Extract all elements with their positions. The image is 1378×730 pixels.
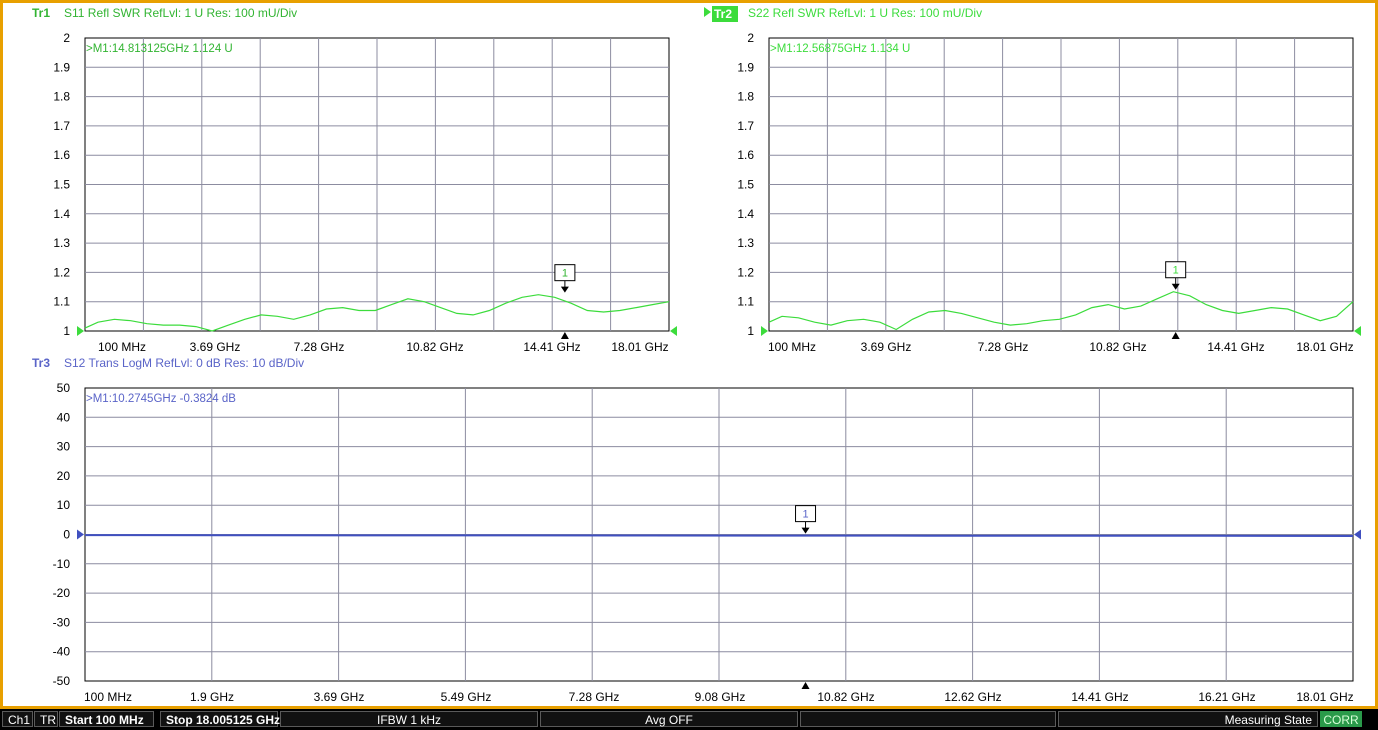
tr1-marker-number: 1 bbox=[562, 268, 568, 280]
stop-frequency[interactable]: Stop 18.005125 GHz bbox=[160, 711, 280, 727]
tr3-marker-number: 1 bbox=[802, 509, 808, 521]
tr1-ref-right-arrow-icon bbox=[670, 326, 677, 336]
tr1-y-tick-label: 1.2 bbox=[53, 265, 70, 279]
tr2-y-tick-label: 1.1 bbox=[737, 295, 754, 309]
tr1-y-tick-label: 1.3 bbox=[53, 236, 70, 250]
tr1-y-tick-label: 1 bbox=[63, 324, 70, 338]
tr2-x-tick-label: 100 MHz bbox=[768, 340, 816, 354]
tr2-y-tick-label: 1.2 bbox=[737, 265, 754, 279]
tr2-y-tick-label: 1.6 bbox=[737, 148, 754, 162]
tr2-ref-left-arrow-icon bbox=[761, 326, 768, 336]
tr2-y-tick-label: 1.8 bbox=[737, 90, 754, 104]
tr3-y-tick-label: -10 bbox=[53, 557, 71, 571]
tr3-y-tick-label: 10 bbox=[57, 498, 71, 512]
tr3-x-tick-label: 1.9 GHz bbox=[190, 690, 234, 704]
tr1-marker-position-icon bbox=[560, 332, 569, 339]
tr3-y-tick-label: 40 bbox=[57, 410, 71, 424]
tr2-y-tick-label: 1.3 bbox=[737, 236, 754, 250]
tr3-y-tick-label: -50 bbox=[53, 674, 71, 688]
tr2-active-arrow-icon bbox=[704, 7, 711, 17]
tr1-x-tick-label: 7.28 GHz bbox=[294, 340, 345, 354]
tr3-marker-readout: >M1:10.2745GHz -0.3824 dB bbox=[86, 393, 236, 405]
tr2-y-tick-label: 1 bbox=[747, 324, 754, 338]
tr3-y-tick-label: -30 bbox=[53, 615, 71, 629]
tr3-y-tick-label: 20 bbox=[57, 469, 71, 483]
tr2-trace-header: S22 Refl SWR RefLvl: 1 U Res: 100 mU/Div bbox=[748, 6, 982, 20]
tr2-ref-right-arrow-icon bbox=[1354, 326, 1361, 336]
tr2-trace-label: Tr2 bbox=[714, 7, 732, 21]
measuring-state: Measuring State bbox=[1058, 711, 1318, 727]
tr1-y-tick-label: 1.7 bbox=[53, 119, 70, 133]
tr2-marker-readout: >M1:12.56875GHz 1.134 U bbox=[770, 43, 910, 55]
tr3-x-tick-label: 14.41 GHz bbox=[1071, 690, 1128, 704]
tr1-y-tick-label: 1.5 bbox=[53, 178, 70, 192]
tr1-y-tick-label: 1.6 bbox=[53, 148, 70, 162]
tr3-x-tick-label: 100 MHz bbox=[84, 690, 132, 704]
tr3-trace-header: S12 Trans LogM RefLvl: 0 dB Res: 10 dB/D… bbox=[64, 356, 304, 370]
tr3-x-tick-label: 9.08 GHz bbox=[695, 690, 746, 704]
tr3-x-tick-label: 7.28 GHz bbox=[569, 690, 620, 704]
ifbw-setting[interactable]: IFBW 1 kHz bbox=[280, 711, 538, 727]
tr1-x-tick-label: 14.41 GHz bbox=[523, 340, 580, 354]
tr3-x-tick-label: 18.01 GHz bbox=[1296, 690, 1353, 704]
tr3-x-tick-label: 5.49 GHz bbox=[441, 690, 492, 704]
tr3-y-tick-label: 0 bbox=[63, 528, 70, 542]
tr1-y-tick-label: 2 bbox=[63, 31, 70, 45]
correction-indicator[interactable]: CORR bbox=[1320, 711, 1362, 727]
tr3-x-tick-label: 12.62 GHz bbox=[944, 690, 1001, 704]
tr3-ref-left-arrow-icon bbox=[77, 529, 84, 540]
start-frequency[interactable]: Start 100 MHz bbox=[59, 711, 154, 727]
tr1-y-tick-label: 1.1 bbox=[53, 295, 70, 309]
tr3-ref-right-arrow-icon bbox=[1354, 529, 1361, 540]
tr3-x-tick-label: 16.21 GHz bbox=[1198, 690, 1255, 704]
tr3-trace-line bbox=[84, 534, 1354, 537]
tr1-y-tick-label: 1.4 bbox=[53, 207, 70, 221]
tr1-x-tick-label: 10.82 GHz bbox=[406, 340, 463, 354]
status-bar: Ch1 TR Start 100 MHz Stop 18.005125 GHz … bbox=[0, 709, 1378, 730]
tr3-marker-position-icon bbox=[801, 682, 810, 689]
tr2-x-tick-label: 3.69 GHz bbox=[861, 340, 912, 354]
tr1-y-tick-label: 1.9 bbox=[53, 60, 70, 74]
tr2-y-tick-label: 1.9 bbox=[737, 60, 754, 74]
tr1-trace-label: Tr1 bbox=[32, 6, 50, 20]
tr2-x-tick-label: 18.01 GHz bbox=[1296, 340, 1353, 354]
tr3-trace-label: Tr3 bbox=[32, 356, 50, 370]
tr2-y-tick-label: 1.7 bbox=[737, 119, 754, 133]
tr1-marker-readout: >M1:14.813125GHz 1.124 U bbox=[86, 43, 233, 55]
tr1-x-tick-label: 3.69 GHz bbox=[190, 340, 241, 354]
tr2-y-tick-label: 1.5 bbox=[737, 178, 754, 192]
tr2-x-tick-label: 10.82 GHz bbox=[1089, 340, 1146, 354]
tr2-marker-position-icon bbox=[1171, 332, 1180, 339]
trace-mode-indicator[interactable]: TR bbox=[34, 711, 58, 727]
tr3-y-tick-label: -40 bbox=[53, 645, 71, 659]
analyzer-display: Tr1 S11 Refl SWR RefLvl: 1 U Res: 100 mU/… bbox=[0, 0, 1378, 709]
status-spacer bbox=[800, 711, 1056, 727]
tr3-y-tick-label: 50 bbox=[57, 381, 71, 395]
tr2-y-tick-label: 1.4 bbox=[737, 207, 754, 221]
channel-indicator[interactable]: Ch1 bbox=[2, 711, 33, 727]
tr3-y-tick-label: 30 bbox=[57, 440, 71, 454]
tr1-x-tick-label: 18.01 GHz bbox=[611, 340, 668, 354]
tr2-y-tick-label: 2 bbox=[747, 31, 754, 45]
tr2-x-tick-label: 7.28 GHz bbox=[978, 340, 1029, 354]
tr1-ref-left-arrow-icon bbox=[77, 326, 84, 336]
averaging-setting[interactable]: Avg OFF bbox=[540, 711, 798, 727]
tr1-x-tick-label: 100 MHz bbox=[98, 340, 146, 354]
tr1-trace-header: S11 Refl SWR RefLvl: 1 U Res: 100 mU/Div bbox=[64, 6, 297, 20]
tr1-y-tick-label: 1.8 bbox=[53, 90, 70, 104]
tr3-x-tick-label: 3.69 GHz bbox=[314, 690, 365, 704]
tr2-marker-number: 1 bbox=[1173, 265, 1179, 277]
trace-plots: Tr1 S11 Refl SWR RefLvl: 1 U Res: 100 mU/… bbox=[32, 6, 1361, 704]
tr3-x-tick-label: 10.82 GHz bbox=[817, 690, 874, 704]
tr3-y-tick-label: -20 bbox=[53, 586, 71, 600]
tr2-x-tick-label: 14.41 GHz bbox=[1207, 340, 1264, 354]
